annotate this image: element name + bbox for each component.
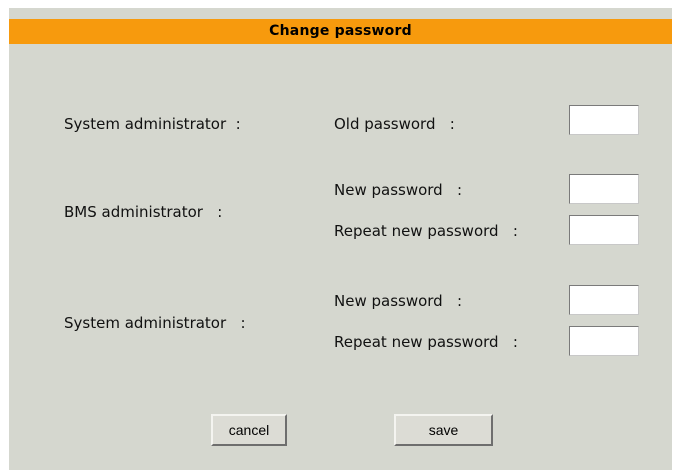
bms-new-password-input[interactable] — [569, 174, 639, 204]
bms-admin-label: BMS administrator : — [64, 203, 223, 221]
system-admin-2-label: System administrator : — [64, 314, 246, 332]
sys-new-password-input[interactable] — [569, 285, 639, 315]
dialog-title: Change password — [9, 19, 672, 44]
sys-repeat-password-label: Repeat new password : — [334, 333, 518, 351]
save-button[interactable]: save — [394, 414, 493, 446]
old-password-input[interactable] — [569, 105, 639, 135]
system-admin-label: System administrator : — [64, 115, 241, 133]
bms-repeat-password-label: Repeat new password : — [334, 222, 518, 240]
bms-repeat-password-input[interactable] — [569, 215, 639, 245]
bms-new-password-label: New password : — [334, 181, 463, 199]
change-password-panel: Change password System administrator : O… — [9, 8, 672, 470]
sys-repeat-password-input[interactable] — [569, 326, 639, 356]
old-password-label: Old password : — [334, 115, 455, 133]
cancel-button[interactable]: cancel — [211, 414, 287, 446]
sys-new-password-label: New password : — [334, 292, 463, 310]
